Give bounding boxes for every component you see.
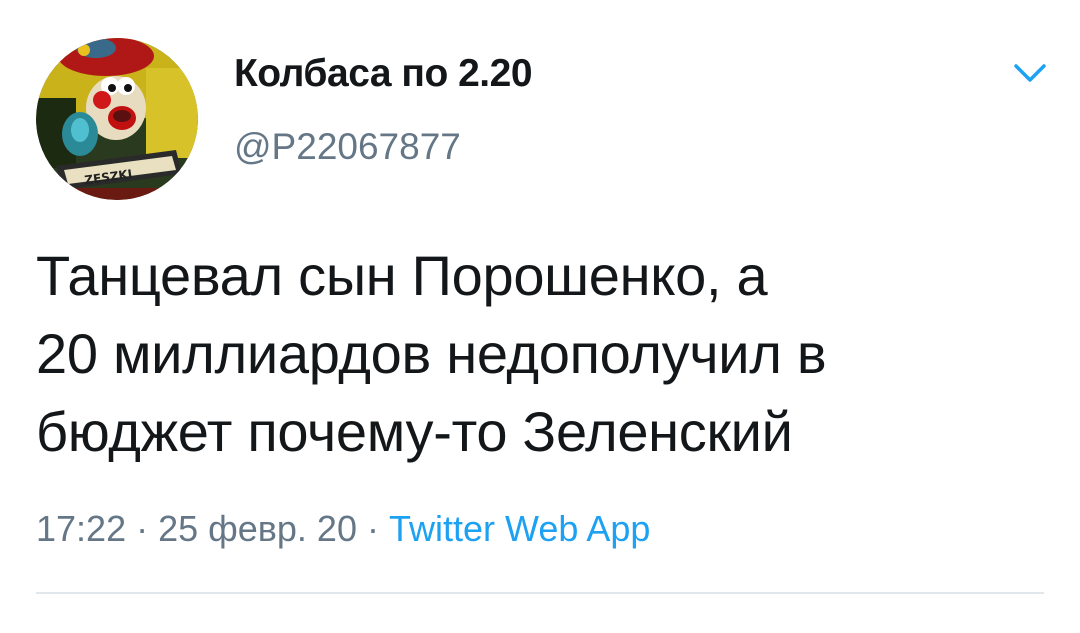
author-display-name[interactable]: Колбаса по 2.20 <box>234 52 533 96</box>
clown-avatar-image: ZESZKI <box>36 38 198 200</box>
tweet-time[interactable]: 17:22 <box>36 508 126 549</box>
tweet-date[interactable]: 25 февр. 20 <box>158 508 357 549</box>
user-avatar[interactable]: ZESZKI <box>36 38 198 200</box>
divider <box>36 592 1044 594</box>
tweet-card: ZESZKI Колбаса по 2.20 @P22067877 Танцев… <box>0 0 1080 633</box>
tweet-meta: 17:22 · 25 февр. 20 · Twitter Web App <box>36 508 650 550</box>
chevron-down-icon[interactable] <box>1010 58 1050 88</box>
tweet-source-link[interactable]: Twitter Web App <box>389 508 650 549</box>
meta-separator: · <box>356 508 389 549</box>
meta-separator: · <box>126 508 159 549</box>
tweet-text: Танцевал сын Порошенко, а 20 миллиардов … <box>36 244 827 463</box>
author-handle[interactable]: @P22067877 <box>234 126 461 168</box>
